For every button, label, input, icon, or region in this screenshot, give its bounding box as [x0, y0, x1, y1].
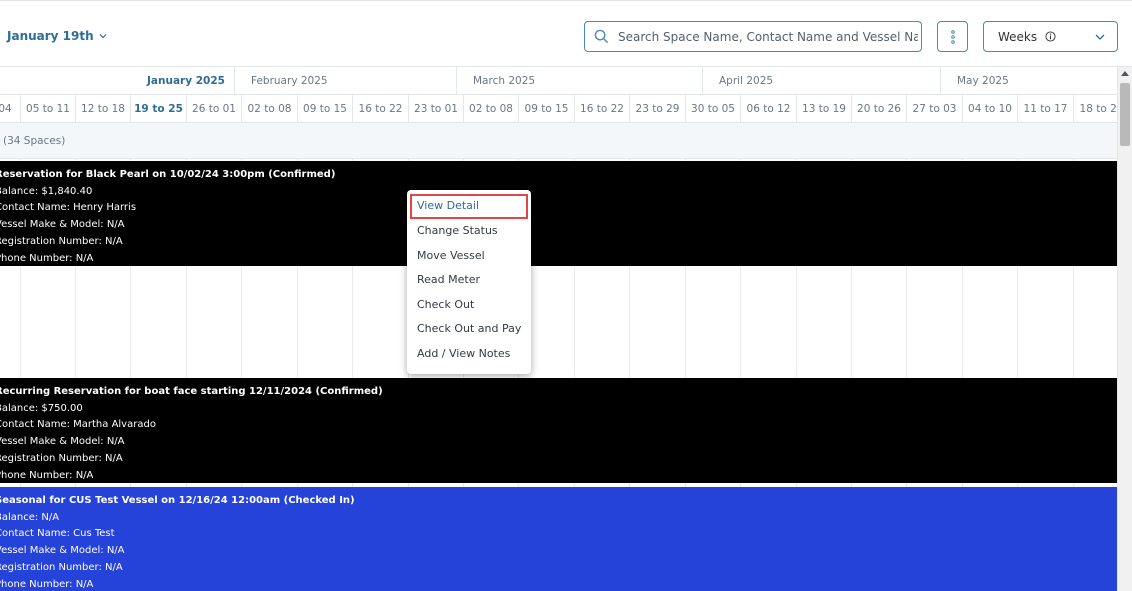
- week-label[interactable]: 06 to 12: [741, 95, 797, 122]
- menu-item-check-out[interactable]: Check Out: [407, 293, 531, 318]
- menu-item-view-detail[interactable]: View Detail: [410, 194, 528, 219]
- week-label[interactable]: 26 to 01: [187, 95, 242, 122]
- chevron-down-icon: [99, 34, 107, 39]
- week-label[interactable]: 09 to 15: [298, 95, 353, 122]
- month-label: May 2025: [940, 67, 1117, 95]
- month-label: April 2025: [702, 67, 940, 95]
- month-header: January 2025 February 2025 March 2025 Ap…: [0, 67, 1117, 95]
- view-mode-select[interactable]: Weeks: [983, 21, 1118, 52]
- more-options-button[interactable]: [937, 21, 968, 52]
- week-label[interactable]: 16 to 22: [575, 95, 630, 122]
- week-label[interactable]: 04 to 10: [963, 95, 1018, 122]
- week-label[interactable]: 04: [0, 95, 21, 122]
- menu-item-read-meter[interactable]: Read Meter: [407, 268, 531, 293]
- reservation-registration: Registration Number: N/A: [0, 452, 123, 464]
- spaces-count: (34 Spaces): [3, 135, 66, 147]
- reservation-block[interactable]: Seasonal for CUS Test Vessel on 12/16/24…: [0, 487, 1117, 591]
- week-label[interactable]: 16 to 22: [353, 95, 409, 122]
- search-input[interactable]: [618, 29, 918, 44]
- week-label[interactable]: 11 to 17: [1018, 95, 1074, 122]
- reservation-vessel: Vessel Make & Model: N/A: [0, 436, 125, 448]
- week-label[interactable]: 30 to 05: [686, 95, 741, 122]
- week-label-current[interactable]: 19 to 25: [131, 95, 187, 122]
- reservation-title: Recurring Reservation for boat face star…: [0, 386, 383, 397]
- scrollbar-thumb[interactable]: [1120, 83, 1130, 146]
- month-label: January 2025: [147, 75, 225, 87]
- week-label[interactable]: 02 to 08: [464, 95, 519, 122]
- reservation-registration: Registration Number: N/A: [0, 235, 123, 247]
- chevron-down-icon: [1095, 34, 1105, 40]
- view-mode-value: Weeks: [998, 29, 1038, 44]
- date-picker-button[interactable]: January 19th: [7, 29, 108, 43]
- reservation-block[interactable]: Reservation for Black Pearl on 10/02/24 …: [0, 161, 1117, 266]
- week-label[interactable]: 27 to 03: [907, 95, 963, 122]
- menu-item-change-status[interactable]: Change Status: [407, 219, 531, 244]
- reservation-block[interactable]: Recurring Reservation for boat face star…: [0, 378, 1117, 483]
- kebab-icon: [950, 29, 955, 44]
- reservation-contact: Contact Name: Cus Test: [0, 528, 115, 540]
- info-icon: [1045, 31, 1056, 42]
- reservation-title: Seasonal for CUS Test Vessel on 12/16/24…: [0, 495, 355, 506]
- reservation-contact: Contact Name: Henry Harris: [0, 202, 137, 214]
- reservation-phone: Phone Number: N/A: [0, 252, 94, 264]
- week-label[interactable]: 23 to 29: [630, 95, 686, 122]
- reservation-contact: Contact Name: Martha Alvarado: [0, 419, 156, 431]
- menu-item-add-view-notes[interactable]: Add / View Notes: [407, 342, 531, 367]
- week-label[interactable]: 09 to 15: [519, 95, 575, 122]
- reservation-title: Reservation for Black Pearl on 10/02/24 …: [0, 169, 336, 180]
- reservation-balance: Balance: $1,840.40: [0, 185, 93, 197]
- top-bar: January 19th Weeks: [0, 0, 1132, 67]
- reservation-vessel: Vessel Make & Model: N/A: [0, 545, 125, 557]
- week-label[interactable]: 02 to 08: [242, 95, 298, 122]
- week-label[interactable]: 20 to 26: [852, 95, 907, 122]
- week-header: 04 05 to 11 12 to 18 19 to 25 26 to 01 0…: [0, 95, 1117, 123]
- month-label: March 2025: [456, 67, 702, 95]
- week-label[interactable]: 05 to 11: [21, 95, 76, 122]
- reservation-balance: Balance: N/A: [0, 511, 60, 523]
- week-label[interactable]: 12 to 18: [76, 95, 131, 122]
- reservation-phone: Phone Number: N/A: [0, 469, 94, 481]
- date-label: January 19th: [7, 29, 94, 43]
- vertical-scrollbar[interactable]: [1117, 67, 1132, 591]
- reservation-phone: Phone Number: N/A: [0, 578, 94, 590]
- reservation-context-menu: View Detail Change Status Move Vessel Re…: [407, 190, 531, 374]
- menu-item-move-vessel[interactable]: Move Vessel: [407, 244, 531, 269]
- week-label[interactable]: 13 to 19: [797, 95, 852, 122]
- reservation-vessel: Vessel Make & Model: N/A: [0, 219, 125, 231]
- week-label[interactable]: 23 to 01: [409, 95, 464, 122]
- spaces-group-row[interactable]: (34 Spaces): [0, 123, 1117, 159]
- menu-item-check-out-and-pay[interactable]: Check Out and Pay: [407, 317, 531, 342]
- reservation-balance: Balance: $750.00: [0, 402, 83, 414]
- month-label: February 2025: [234, 67, 456, 95]
- search-icon: [594, 29, 609, 44]
- week-label[interactable]: 18 to 24: [1074, 95, 1117, 122]
- search-box[interactable]: [584, 21, 922, 52]
- reservation-registration: Registration Number: N/A: [0, 561, 123, 573]
- scroll-up-arrow-icon[interactable]: [1121, 71, 1129, 76]
